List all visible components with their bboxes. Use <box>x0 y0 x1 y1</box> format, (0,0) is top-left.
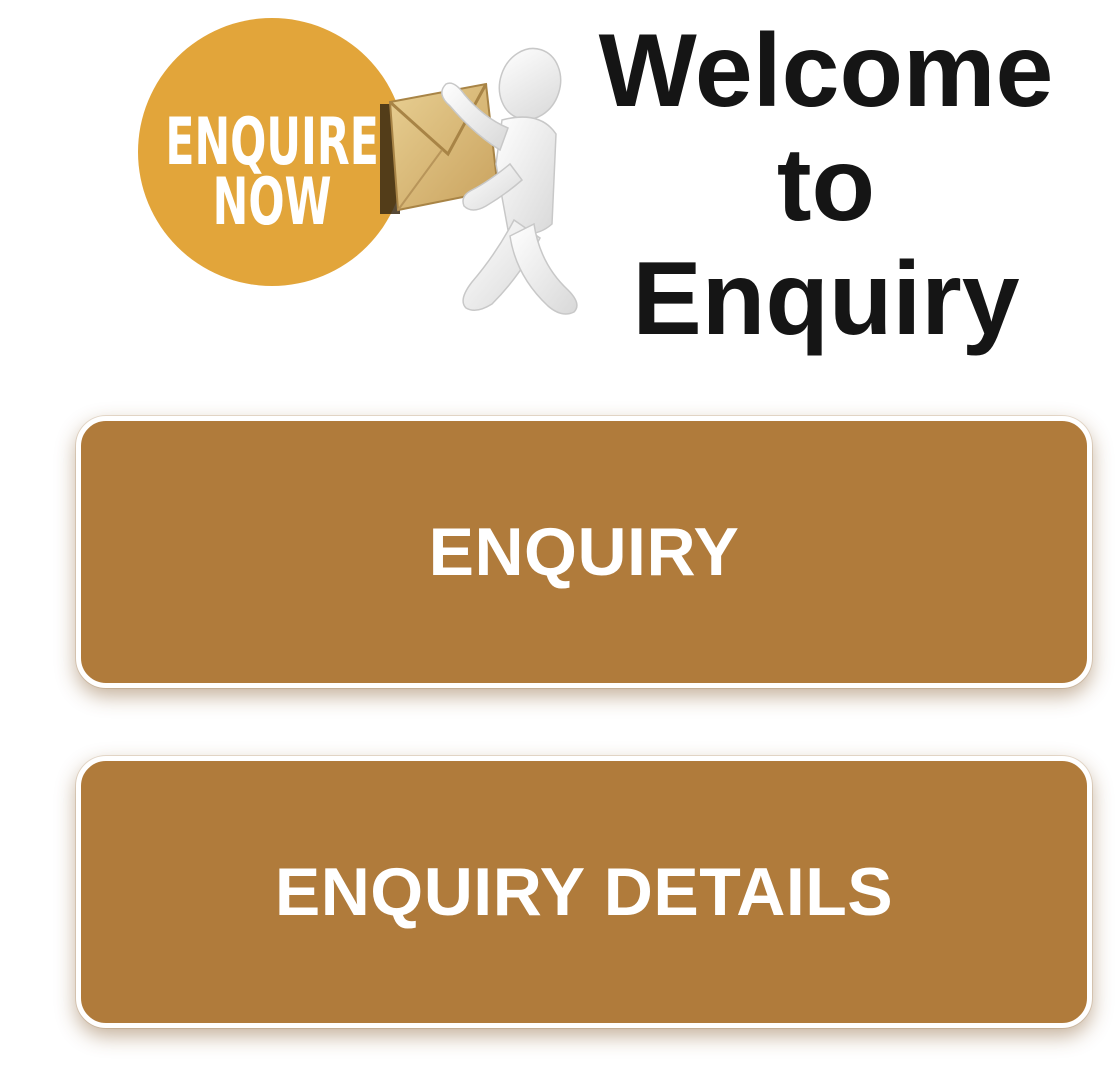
welcome-line-3: Enquiry <box>632 241 1020 357</box>
enquiry-button-label: ENQUIRY <box>428 514 740 590</box>
badge-text-line2: NOW <box>213 164 332 240</box>
welcome-line-1: Welcome <box>598 13 1054 129</box>
welcome-line-2: to <box>776 127 876 243</box>
enquiry-details-button-label: ENQUIRY DETAILS <box>274 854 894 930</box>
enquiry-button[interactable]: ENQUIRY <box>76 416 1092 688</box>
enquiry-details-button[interactable]: ENQUIRY DETAILS <box>76 756 1092 1028</box>
enquire-now-logo: ENQUIRE NOW <box>136 14 596 324</box>
welcome-heading: Welcome to Enquiry <box>596 14 1056 356</box>
